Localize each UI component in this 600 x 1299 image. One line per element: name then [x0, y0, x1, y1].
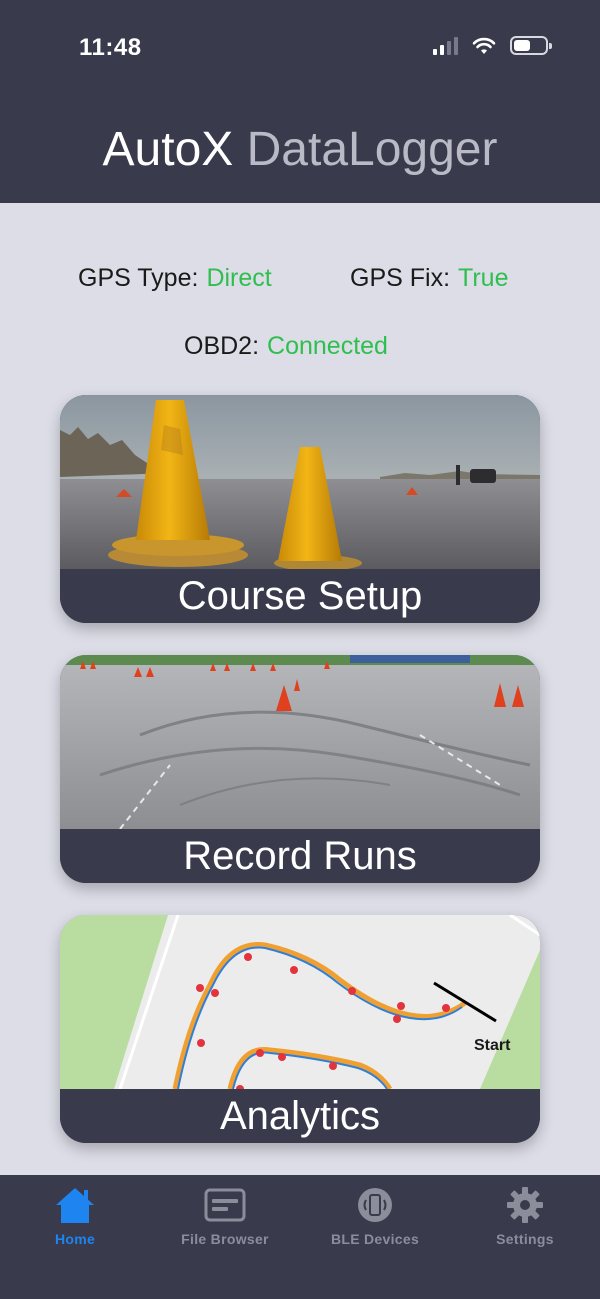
map-start-label: Start	[474, 1037, 511, 1054]
status-bar-time: 11:48	[79, 34, 142, 61]
analytics-map-image	[60, 915, 540, 1089]
tab-home-label: Home	[54, 1231, 96, 1247]
record-runs-image	[60, 655, 540, 829]
gps-type-status: GPS Type: Direct	[78, 263, 272, 293]
gps-type-value: Direct	[206, 264, 272, 292]
gps-fix-status: GPS Fix: True	[350, 263, 509, 293]
battery-icon	[510, 36, 552, 55]
gps-fix-label: GPS Fix:	[350, 264, 451, 292]
header-bar: 11:48 AutoX DataLogger	[0, 0, 600, 203]
analytics-label: Analytics	[60, 1089, 540, 1143]
status-bar-icons	[433, 36, 552, 55]
tab-home[interactable]: Home	[0, 1185, 150, 1247]
tab-file-browser[interactable]: File Browser	[150, 1185, 300, 1247]
tab-ble-devices[interactable]: BLE Devices	[300, 1185, 450, 1247]
tab-bar: Home File Browser BLE Devices Settings	[0, 1175, 600, 1299]
analytics-button[interactable]: Start Analytics	[60, 915, 540, 1143]
gear-icon	[507, 1187, 543, 1223]
cellular-signal-icon	[433, 37, 458, 55]
obd2-status: OBD2: Connected	[184, 331, 388, 361]
record-runs-label: Record Runs	[60, 829, 540, 883]
tab-ble-devices-label: BLE Devices	[330, 1231, 420, 1247]
course-setup-label: Course Setup	[60, 569, 540, 623]
house-icon	[56, 1188, 94, 1223]
file-browser-icon	[204, 1188, 246, 1222]
obd2-label: OBD2:	[184, 332, 260, 360]
bluetooth-device-icon	[358, 1188, 392, 1222]
app-title: AutoX DataLogger	[102, 123, 498, 176]
course-setup-image	[60, 395, 540, 569]
tab-settings-label: Settings	[496, 1231, 554, 1247]
gps-type-label: GPS Type:	[78, 264, 199, 292]
course-setup-button[interactable]: Course Setup	[60, 395, 540, 623]
record-runs-button[interactable]: Record Runs	[60, 655, 540, 883]
gps-fix-value: True	[458, 264, 509, 292]
obd2-value: Connected	[267, 332, 388, 360]
wifi-icon	[472, 37, 496, 54]
tab-settings[interactable]: Settings	[450, 1185, 600, 1247]
tab-file-browser-label: File Browser	[181, 1231, 269, 1247]
